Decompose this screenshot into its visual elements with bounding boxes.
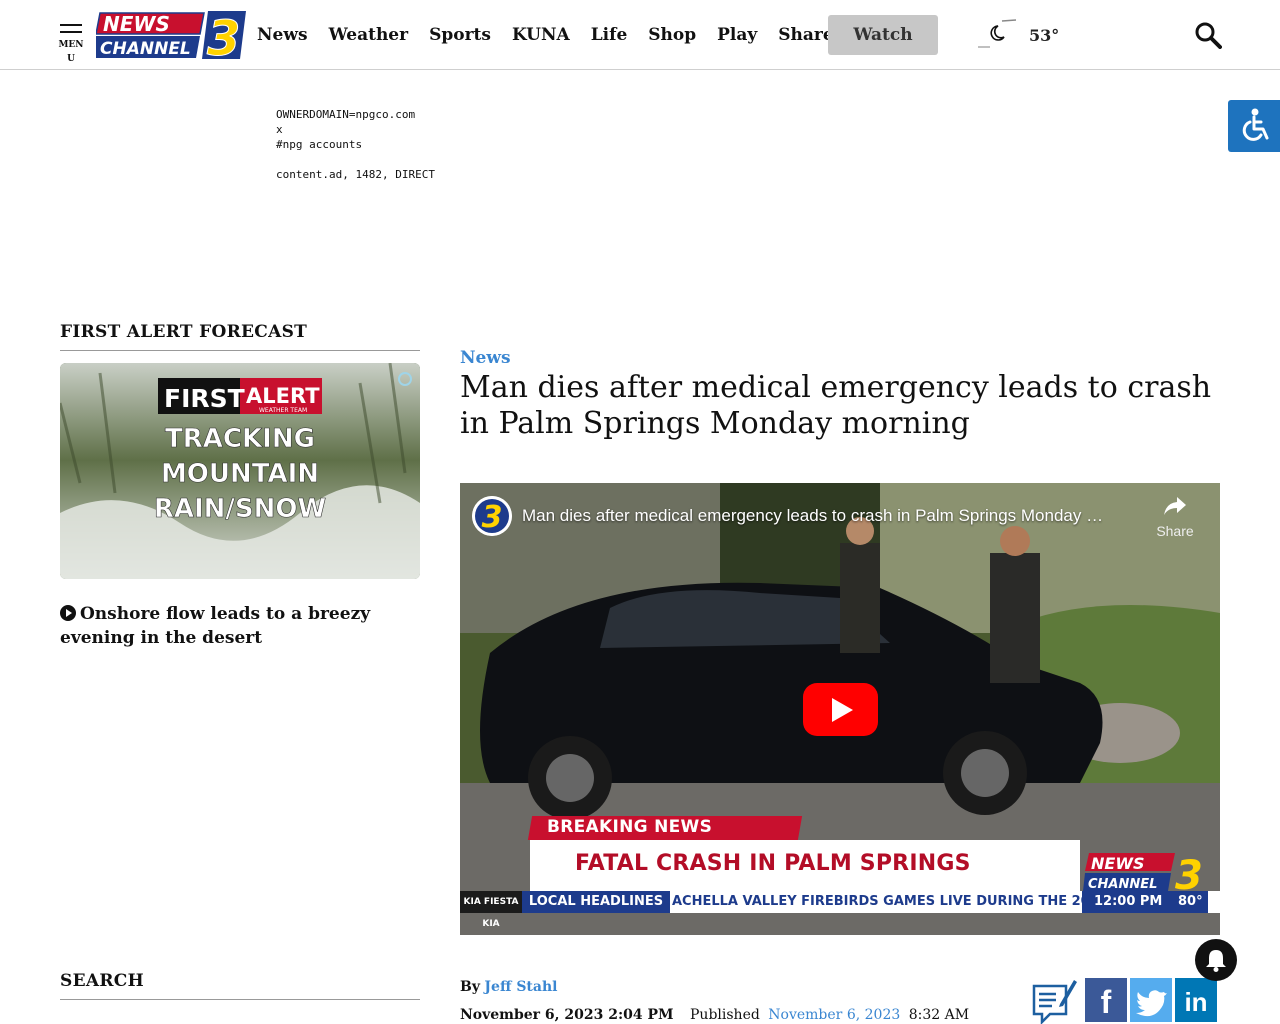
search-icon[interactable] (1194, 21, 1222, 49)
nav-news[interactable]: News (257, 25, 308, 45)
svg-text:3: 3 (207, 11, 240, 60)
bell-icon (1206, 950, 1226, 972)
channel-logo-icon: 3 (472, 496, 512, 536)
dateline: November 6, 2023 2:04 PM Published Novem… (460, 1007, 969, 1023)
main-nav: News Weather Sports KUNA Life Shop Play … (257, 14, 855, 56)
linkedin-icon: in (1184, 987, 1208, 1017)
article-headline: Man dies after medical emergency leads t… (460, 370, 1212, 441)
svg-text:3: 3 (482, 500, 503, 535)
youtube-play-icon[interactable] (803, 683, 878, 736)
svg-text:CHANNEL: CHANNEL (1088, 877, 1157, 892)
ticker-text: ACHELLA VALLEY FIREBIRDS GAMES LIVE DURI… (672, 894, 1082, 909)
site-header: MENU NEWS CHANNEL 3 News Weather Sports … (0, 0, 1280, 70)
menu-button[interactable]: MENU (58, 24, 84, 64)
nav-shop[interactable]: Shop (648, 25, 696, 45)
hamburger-icon (60, 24, 82, 26)
channel-avatar[interactable]: 3 (472, 496, 512, 536)
forecast-thumbnail[interactable]: FIRST ALERT WEATHER TEAM TRACKING MOUNTA… (60, 363, 420, 579)
svg-text:ALERT: ALERT (246, 384, 320, 408)
notification-bell-button[interactable] (1195, 939, 1237, 981)
author-link[interactable]: Jeff Stahl (484, 979, 557, 995)
nav-weather[interactable]: Weather (329, 25, 409, 45)
svg-text:FIRST: FIRST (164, 384, 245, 413)
video-share-button[interactable]: Share (1150, 495, 1200, 539)
share-arrow-icon (1164, 497, 1186, 515)
hamburger-icon-bar (60, 31, 82, 33)
forecast-thumbnail-art: FIRST ALERT WEATHER TEAM TRACKING MOUNTA… (60, 363, 420, 579)
twitter-share-button[interactable] (1130, 978, 1172, 1022)
comment-icon[interactable] (1030, 976, 1078, 1024)
nav-play[interactable]: Play (717, 25, 757, 45)
published-label: Published (690, 1007, 760, 1023)
svg-text:RAIN/SNOW: RAIN/SNOW (154, 494, 326, 524)
forecast-video-link[interactable]: Onshore flow leads to a breezy evening i… (60, 602, 420, 650)
nav-life[interactable]: Life (591, 25, 628, 45)
ticker-sponsor: KIA FIESTA KIA (460, 891, 522, 929)
play-circle-icon (60, 605, 76, 621)
article-category[interactable]: News (460, 348, 511, 368)
watch-button[interactable]: Watch (828, 15, 938, 55)
ticker-temp: 80° (1178, 894, 1203, 909)
linkedin-share-button[interactable]: in (1175, 978, 1217, 1022)
forecast-title-text: Onshore flow leads to a breezy evening i… (60, 604, 371, 648)
accessibility-button[interactable] (1228, 100, 1280, 152)
svg-text:TRACKING: TRACKING (165, 424, 315, 454)
twitter-icon (1136, 990, 1167, 1017)
wheelchair-icon (1242, 108, 1269, 141)
nav-sports[interactable]: Sports (429, 25, 491, 45)
share-label: Share (1156, 523, 1194, 539)
ad-placeholder-text: OWNERDOMAIN=npgco.com x #npg accounts co… (276, 108, 435, 185)
ticker-time: 12:00 PM (1094, 894, 1163, 909)
temperature-readout[interactable]: 53° (1029, 26, 1059, 45)
svg-text:NEWS: NEWS (103, 12, 170, 36)
facebook-icon: f (1100, 984, 1112, 1020)
newschannel3-logo[interactable]: NEWS CHANNEL 3 (96, 10, 246, 60)
published-date[interactable]: November 6, 2023 (768, 1007, 900, 1023)
search-heading: SEARCH (60, 971, 420, 1000)
nav-share[interactable]: Share (778, 25, 833, 45)
main-band-text: FATAL CRASH IN PALM SPRINGS (575, 851, 971, 876)
ticker-label: LOCAL HEADLINES (522, 891, 670, 913)
nav-kuna[interactable]: KUNA (512, 25, 570, 45)
svg-text:CHANNEL: CHANNEL (100, 39, 191, 59)
svg-text:NEWS: NEWS (1091, 854, 1145, 873)
byline: By Jeff Stahl (460, 979, 557, 995)
moon-cloud-icon[interactable] (976, 18, 1018, 48)
svg-text:MOUNTAIN: MOUNTAIN (161, 459, 319, 489)
updated-date: November 6, 2023 2:04 PM (460, 1007, 674, 1023)
forecast-heading: FIRST ALERT FORECAST (60, 322, 420, 351)
svg-text:WEATHER TEAM: WEATHER TEAM (259, 407, 307, 414)
menu-label: MENU (58, 40, 84, 64)
video-player[interactable]: 3 Man dies after medical emergency leads… (460, 483, 1220, 935)
facebook-share-button[interactable]: f (1085, 978, 1127, 1022)
video-title[interactable]: Man dies after medical emergency leads t… (522, 506, 1103, 526)
byline-prefix: By (460, 979, 480, 995)
published-time: 8:32 AM (908, 1007, 970, 1023)
breaking-text: BREAKING NEWS (547, 817, 713, 837)
video-station-logo: NEWS CHANNEL 3 (1083, 853, 1203, 893)
svg-text:3: 3 (1175, 853, 1203, 893)
